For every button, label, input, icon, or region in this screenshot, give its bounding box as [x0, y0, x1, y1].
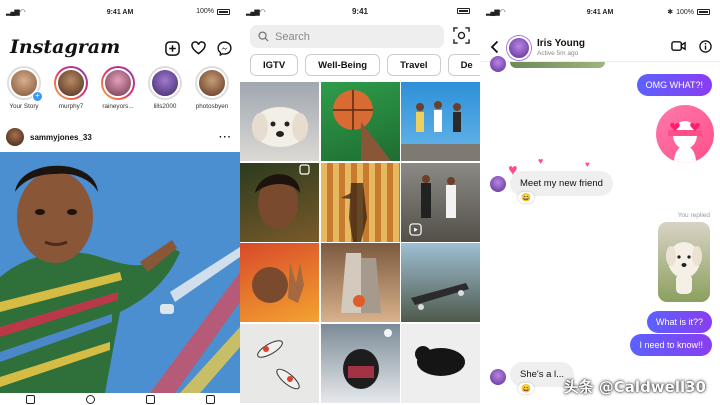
chip-more[interactable]: De	[447, 54, 480, 76]
avatar[interactable]	[6, 128, 24, 146]
story-murphy7[interactable]: murphy7	[53, 66, 89, 110]
portrait-image	[255, 163, 310, 229]
story-username: Your Story	[9, 103, 39, 110]
video-call-icon[interactable]	[671, 40, 686, 52]
chip-travel[interactable]: Travel	[387, 54, 441, 76]
message-bubble-outgoing[interactable]: OMG WHAT?!	[636, 74, 712, 96]
emoji-reaction: 😄	[518, 192, 534, 203]
dog-image	[252, 107, 308, 147]
status-bar: ▂▄▆ ◠ 9:41 AM 100%	[0, 0, 240, 24]
avatar	[490, 56, 506, 72]
post-photo	[0, 152, 240, 393]
bottom-nav	[0, 393, 240, 405]
add-icon[interactable]	[164, 40, 180, 56]
story-raineyors[interactable]: raineyors...	[100, 66, 136, 110]
dancers-image	[401, 101, 480, 161]
message-bubble-outgoing[interactable]: What is it??	[646, 311, 712, 333]
story-your-story[interactable]: + Your Story	[6, 66, 43, 110]
heart-icon[interactable]	[190, 40, 206, 56]
peace-image	[252, 263, 304, 303]
grid-item-reel-street[interactable]	[401, 162, 480, 242]
grid-item-basketball[interactable]	[320, 82, 400, 161]
avatar	[490, 176, 506, 192]
avatar	[490, 369, 506, 385]
more-options-icon[interactable]: ···	[219, 132, 232, 143]
grid-item-dog[interactable]	[240, 82, 319, 161]
basketball-image	[332, 90, 391, 161]
battery-percent: 100%	[676, 8, 694, 16]
messenger-icon[interactable]	[216, 40, 232, 56]
story-username: lills2000	[153, 103, 177, 110]
back-icon[interactable]	[490, 40, 499, 54]
search-icon[interactable]	[85, 394, 95, 404]
story-lills2000[interactable]: lills2000	[147, 66, 183, 110]
post-header: sammyjones_33 ···	[6, 127, 232, 147]
add-story-icon[interactable]: +	[32, 91, 43, 102]
battery-icon	[697, 9, 710, 15]
grid-item-black-dog[interactable]	[401, 323, 480, 403]
home-icon[interactable]	[25, 394, 35, 404]
reels-icon[interactable]	[145, 394, 155, 404]
info-icon[interactable]	[699, 40, 712, 53]
sticker-message[interactable]	[656, 105, 714, 163]
watermark: 头条 @Caldwell30	[563, 378, 706, 396]
search-placeholder: Search	[275, 30, 310, 43]
story-username: photosbyen	[195, 103, 229, 110]
chip-igtv[interactable]: IGTV	[250, 54, 299, 76]
grid-item-dog-snow[interactable]	[320, 323, 400, 403]
shadow-image	[340, 182, 367, 242]
heart-reaction-icon: ♥	[585, 160, 590, 169]
chat-header: Iris Young Active 5m ago	[480, 34, 720, 62]
story-username: raineyors...	[102, 103, 134, 110]
story-photosbyen[interactable]: photosbyen	[194, 66, 230, 110]
story-username: murphy7	[58, 103, 84, 110]
status-time: 9:41	[351, 7, 368, 16]
koi-image	[257, 339, 300, 389]
battery-percent: 100%	[196, 8, 214, 15]
heart-reaction-icon: ♥	[538, 156, 544, 166]
skate-image	[411, 283, 469, 310]
status-bar: ▂▄▆ ◠ 9:41 AM ✱ 100%	[480, 0, 720, 24]
chat-screen: ▂▄▆ ◠ 9:41 AM ✱ 100% Iris Young Active 5m…	[480, 0, 720, 405]
search-icon	[258, 31, 269, 42]
reels-icon	[409, 222, 422, 236]
grid-item-koi[interactable]	[240, 323, 319, 403]
explore-grid	[240, 82, 480, 405]
grid-item-peace-sign[interactable]	[240, 243, 319, 322]
dog-snow-image	[342, 328, 392, 389]
chat-active-status: Active 5m ago	[537, 50, 579, 57]
feed-screen: ▂▄▆ ◠ 9:41 AM 100% Instagram + Your Stor…	[0, 0, 240, 405]
avatar[interactable]	[507, 36, 531, 60]
you-replied-label: You replied	[677, 212, 710, 219]
grid-item-shadow[interactable]	[320, 162, 400, 242]
previous-photo-message[interactable]	[510, 62, 605, 68]
grid-item-shoes[interactable]	[320, 243, 400, 322]
chip-well-being[interactable]: Well-Being	[305, 54, 381, 76]
shop-icon[interactable]	[205, 394, 215, 404]
grid-item-portrait[interactable]	[240, 162, 319, 242]
grid-item-skateboard[interactable]	[401, 243, 480, 322]
post-username[interactable]: sammyjones_33	[30, 133, 92, 142]
status-bar: ▂▄▆ ◠ 9:41	[240, 0, 480, 24]
scan-icon[interactable]	[453, 27, 470, 44]
battery-icon	[217, 8, 230, 15]
puppy-image	[666, 242, 702, 294]
search-input[interactable]: Search	[250, 25, 444, 48]
selfie-sticker	[668, 121, 702, 163]
grid-item-dancers[interactable]	[401, 82, 480, 161]
bluetooth-icon: ✱	[667, 9, 674, 16]
replied-photo[interactable]	[658, 222, 710, 302]
chat-contact-name[interactable]: Iris Young	[537, 38, 585, 49]
shoes-image	[340, 253, 381, 313]
message-bubble-outgoing[interactable]: I need to know!!	[630, 334, 712, 356]
emoji-reaction: 😄	[518, 383, 534, 394]
battery-icon	[457, 8, 470, 14]
black-dog-image	[415, 345, 465, 376]
post-image[interactable]	[0, 152, 240, 393]
category-chips: IGTV Well-Being Travel De	[250, 54, 480, 76]
explore-screen: ▂▄▆ ◠ 9:41 Search IGTV Well-Being Travel…	[240, 0, 480, 405]
stories-row: + Your Story murphy7 raineyors... lills2…	[6, 66, 240, 110]
instagram-logo[interactable]: Instagram	[10, 36, 120, 58]
